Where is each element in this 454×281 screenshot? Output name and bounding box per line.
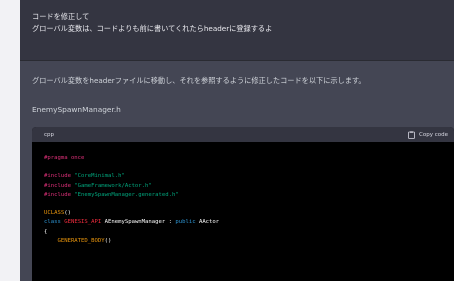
code-token: class — [44, 219, 65, 226]
code-token: #include — [44, 173, 75, 180]
code-token: AEnemySpawnManager : — [101, 219, 176, 226]
clipboard-icon — [408, 130, 415, 139]
code-token: public — [175, 219, 196, 226]
code-line: UCLASS() — [44, 209, 454, 218]
code-token: () — [64, 210, 71, 217]
copy-code-button[interactable]: Copy code — [408, 130, 448, 139]
code-token: "CoreMinimal.h" — [74, 173, 125, 180]
code-line: GENERATED_BODY() — [44, 237, 454, 246]
code-block: cpp Copy code #pragma once #include "Cor… — [32, 127, 454, 281]
code-line: #include "GameFramework/Actor.h" — [44, 182, 454, 191]
code-filename: EnemySpawnManager.h — [32, 105, 121, 114]
code-line: class GENESIS_API AEnemySpawnManager : p… — [44, 218, 454, 227]
user-message-line: コードを修正して — [32, 12, 90, 21]
chat-window: コードを修正して グローバル変数は、コードよりも前に書いてくれたらheaderに… — [20, 0, 454, 281]
code-token: #include — [44, 182, 75, 189]
code-token: GENESIS_API — [64, 219, 102, 226]
code-line: #include "EnemySpawnManager.generated.h" — [44, 191, 454, 200]
code-token: UCLASS — [44, 210, 65, 217]
code-token: GENERATED_BODY — [44, 237, 105, 244]
assistant-intro-text: グローバル変数をheaderファイルに移動し、それを参照するように修正したコード… — [32, 76, 366, 85]
code-token: "GameFramework/Actor.h" — [74, 182, 152, 189]
user-message-line: グローバル変数は、コードよりも前に書いてくれたらheaderに登録するよ — [32, 24, 273, 33]
code-header: cpp Copy code — [32, 127, 454, 142]
code-token: #include — [44, 191, 75, 198]
user-message: コードを修正して グローバル変数は、コードよりも前に書いてくれたらheaderに… — [20, 0, 454, 61]
code-token: { — [44, 228, 48, 235]
code-line: #pragma once — [44, 154, 454, 163]
copy-code-label: Copy code — [419, 131, 448, 138]
code-token: () — [104, 237, 112, 244]
code-line: { — [44, 228, 454, 237]
code-language-label: cpp — [44, 131, 55, 138]
code-content: #pragma once #include "CoreMinimal.h" #i… — [32, 142, 454, 246]
code-token: AActor — [195, 219, 220, 226]
code-line: #include "CoreMinimal.h" — [44, 172, 454, 181]
code-token: "EnemySpawnManager.generated.h" — [74, 191, 179, 198]
code-token: #pragma once — [44, 155, 85, 161]
